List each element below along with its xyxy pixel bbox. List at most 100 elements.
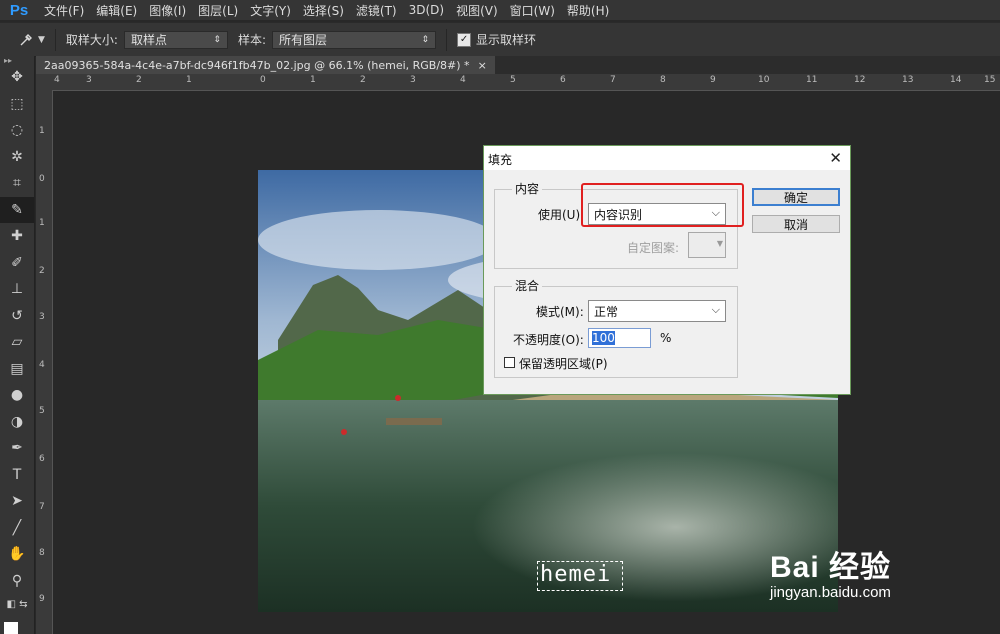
dialog-title: 填充 — [488, 153, 513, 167]
sample-size-label: 取样大小: — [65, 33, 118, 47]
blur-tool-icon[interactable]: ● — [0, 382, 34, 409]
default-colors-icon[interactable]: ◧ ⇆ — [0, 594, 34, 614]
healing-brush-tool-icon[interactable]: ✚ — [0, 223, 34, 250]
clone-stamp-tool-icon[interactable]: ⊥ — [0, 276, 34, 303]
ruler-tick-label: 1 — [39, 218, 45, 228]
document-tab-row: 2aa09365-584a-4c4e-a7bf-dc946f1fb47b_02.… — [36, 56, 1000, 74]
ruler-tick-label: 3 — [410, 75, 416, 85]
menu-bar: Ps 文件(F) 编辑(E) 图像(I) 图层(L) 文字(Y) 选择(S) 滤… — [0, 0, 1000, 20]
watermark-main: Bai 经验 — [770, 551, 892, 584]
eraser-tool-icon[interactable]: ▱ — [0, 329, 34, 356]
document-tab-title: 2aa09365-584a-4c4e-a7bf-dc946f1fb47b_02.… — [44, 58, 470, 72]
vertical-ruler[interactable]: 1 0 1 2 3 4 5 6 7 8 9 — [36, 90, 53, 634]
magic-wand-tool-icon[interactable]: ✲ — [0, 144, 34, 171]
lasso-tool-icon[interactable]: ◌ — [0, 117, 34, 144]
horizontal-ruler[interactable]: 4 3 2 1 0 1 2 3 4 5 6 7 8 9 10 11 12 13 … — [52, 74, 1000, 91]
menu-type[interactable]: 文字(Y) — [244, 2, 297, 19]
ruler-tick-label: 14 — [950, 75, 962, 85]
foreground-color-swatch[interactable] — [4, 622, 18, 634]
close-tab-icon[interactable]: × — [478, 59, 487, 72]
mode-select[interactable]: 正常 ⌵ — [588, 300, 726, 322]
close-icon[interactable]: ✕ — [829, 149, 842, 167]
crop-tool-icon[interactable]: ⌗ — [0, 170, 34, 197]
panel-collapse-icon[interactable]: ▸▸ — [0, 56, 34, 65]
highlight-box — [581, 183, 744, 227]
marquee-tool-icon[interactable]: ⬚ — [0, 91, 34, 118]
sample-size-value: 取样点 — [130, 33, 167, 47]
show-ring-checkbox[interactable]: ✓ — [457, 32, 472, 47]
ruler-tick-label: 8 — [660, 75, 666, 85]
dialog-titlebar[interactable]: 填充 ✕ — [484, 146, 850, 170]
sample-size-select[interactable]: 取样点 ⇕ — [123, 30, 228, 49]
opacity-input[interactable]: 100 — [588, 328, 651, 348]
brush-tool-icon[interactable]: ✐ — [0, 250, 34, 277]
divider — [54, 28, 56, 51]
menu-3d[interactable]: 3D(D) — [403, 3, 450, 17]
ruler-tick-label: 5 — [510, 75, 516, 85]
opacity-label: 不透明度(O): — [513, 333, 584, 347]
menu-image[interactable]: 图像(I) — [143, 2, 192, 19]
ruler-tick-label: 2 — [136, 75, 142, 85]
ruler-tick-label: 15 — [984, 75, 996, 85]
selected-text-hemei: hemei — [540, 562, 612, 587]
zoom-tool-icon[interactable]: ⚲ — [0, 568, 34, 595]
cancel-button[interactable]: 取消 — [752, 215, 840, 233]
menu-filter[interactable]: 滤镜(T) — [350, 2, 403, 19]
ruler-tick-label: 5 — [39, 406, 45, 416]
move-tool-icon[interactable]: ✥ — [0, 64, 34, 91]
ruler-tick-label: 0 — [260, 75, 266, 85]
tool-preset-chevron-icon[interactable]: ▼ — [38, 35, 45, 45]
line-tool-icon[interactable]: ╱ — [0, 515, 34, 542]
menu-edit[interactable]: 编辑(E) — [90, 2, 143, 19]
ruler-tick-label: 9 — [39, 594, 45, 604]
ruler-tick-label: 3 — [86, 75, 92, 85]
watermark-url: jingyan.baidu.com — [770, 584, 891, 601]
menu-window[interactable]: 窗口(W) — [504, 2, 561, 19]
ruler-tick-label: 10 — [758, 75, 770, 85]
ruler-tick-label: 4 — [460, 75, 466, 85]
ruler-tick-label: 4 — [39, 360, 45, 370]
content-group-title: 内容 — [512, 180, 543, 197]
ps-logo: Ps — [9, 1, 29, 19]
type-tool-icon[interactable]: T — [0, 462, 34, 489]
ruler-tick-label: 9 — [710, 75, 716, 85]
document-tab[interactable]: 2aa09365-584a-4c4e-a7bf-dc946f1fb47b_02.… — [36, 56, 495, 74]
eyedropper-icon[interactable] — [18, 32, 34, 48]
ruler-tick-label: 1 — [310, 75, 316, 85]
ruler-tick-label: 1 — [39, 126, 45, 136]
eyedropper-tool-icon[interactable]: ✎ — [0, 196, 34, 223]
ruler-tick-label: 6 — [560, 75, 566, 85]
ruler-tick-label: 2 — [39, 266, 45, 276]
ruler-tick-label: 12 — [854, 75, 866, 85]
mode-select-value: 正常 — [594, 304, 619, 319]
tool-panel: ▸▸ ✥ ⬚ ◌ ✲ ⌗ ✎ ✚ ✐ ⊥ ↺ ▱ ▤ ● ◑ ✒ T ➤ ╱ ✋… — [0, 56, 35, 634]
menu-file[interactable]: 文件(F) — [38, 2, 90, 19]
ruler-tick-label: 2 — [360, 75, 366, 85]
hand-tool-icon[interactable]: ✋ — [0, 541, 34, 568]
ruler-tick-label: 4 — [54, 75, 60, 85]
custom-pattern-label: 自定图案: — [627, 241, 680, 255]
ok-button[interactable]: 确定 — [752, 188, 840, 206]
baidu-watermark: Bai 经验 jingyan.baidu.com — [770, 542, 891, 601]
history-brush-tool-icon[interactable]: ↺ — [0, 303, 34, 330]
ruler-tick-label: 8 — [39, 548, 45, 558]
updown-chevron-icon: ⇕ — [421, 34, 430, 45]
path-selection-tool-icon[interactable]: ➤ — [0, 488, 34, 515]
menu-layer[interactable]: 图层(L) — [192, 2, 244, 19]
options-bar: ▼ 取样大小: 取样点 ⇕ 样本: 所有图层 ⇕ ✓ 显示取样环 — [0, 22, 1000, 57]
ruler-corner — [36, 74, 52, 90]
opacity-unit: % — [660, 331, 672, 345]
ruler-tick-label: 7 — [39, 502, 45, 512]
ruler-tick-label: 3 — [39, 312, 45, 322]
pattern-picker: ▼ — [688, 232, 726, 258]
dodge-tool-icon[interactable]: ◑ — [0, 409, 34, 436]
menu-select[interactable]: 选择(S) — [297, 2, 350, 19]
preserve-transparency-checkbox[interactable] — [504, 357, 515, 368]
gradient-tool-icon[interactable]: ▤ — [0, 356, 34, 383]
sample-select[interactable]: 所有图层 ⇕ — [272, 30, 437, 49]
pen-tool-icon[interactable]: ✒ — [0, 435, 34, 462]
sample-value: 所有图层 — [279, 33, 328, 47]
menu-help[interactable]: 帮助(H) — [561, 2, 615, 19]
opacity-input-value: 100 — [592, 331, 615, 345]
menu-view[interactable]: 视图(V) — [450, 2, 504, 19]
